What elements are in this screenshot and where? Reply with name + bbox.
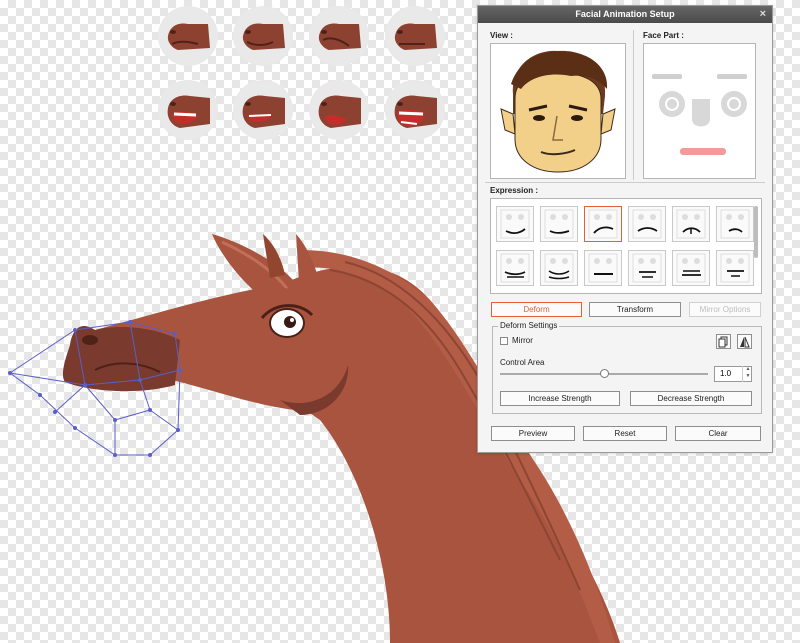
mirror-flip-icon[interactable] (737, 334, 752, 349)
mirror-checkbox[interactable] (500, 337, 508, 345)
copy-icon[interactable] (716, 334, 731, 349)
expression-8[interactable] (540, 250, 578, 286)
expression-label: Expression : (490, 186, 539, 195)
expression-6[interactable] (716, 206, 754, 242)
character-face-preview (500, 50, 616, 173)
deform-tab[interactable]: Deform (491, 302, 582, 317)
expression-3-selected[interactable] (584, 206, 622, 242)
thumb-neutral-4[interactable] (385, 6, 445, 66)
thumb-neutral-3[interactable] (309, 6, 369, 66)
expression-1[interactable] (496, 206, 534, 242)
preview-button[interactable]: Preview (491, 426, 575, 441)
clear-button[interactable]: Clear (675, 426, 761, 441)
mirror-label: Mirror (512, 336, 533, 345)
increase-strength-button[interactable]: Increase Strength (500, 391, 620, 406)
view-panel[interactable] (490, 43, 626, 179)
section-divider (485, 182, 765, 183)
expression-grid (496, 206, 756, 290)
expression-4[interactable] (628, 206, 666, 242)
mirror-options-tab: Mirror Options (689, 302, 761, 317)
reset-button[interactable]: Reset (583, 426, 667, 441)
expression-10[interactable] (628, 250, 666, 286)
dialog-titlebar: Facial Animation Setup × (478, 6, 772, 23)
thumb-neutral-2[interactable] (233, 6, 293, 66)
face-part-panel[interactable] (643, 43, 756, 179)
deform-settings-title: Deform Settings (498, 321, 560, 330)
expression-9[interactable] (584, 250, 622, 286)
decrease-strength-button[interactable]: Decrease Strength (630, 391, 752, 406)
control-area-slider-thumb[interactable] (600, 369, 609, 378)
spin-arrows-icon[interactable]: ▲ ▼ (742, 366, 753, 382)
control-area-label: Control Area (500, 358, 545, 367)
face-part-diagram (652, 74, 747, 155)
panel-divider (633, 30, 634, 180)
transform-tab[interactable]: Transform (589, 302, 681, 317)
thumb-open-1[interactable] (158, 80, 218, 140)
thumb-open-3[interactable] (309, 80, 369, 140)
expression-2[interactable] (540, 206, 578, 242)
view-label: View : (490, 31, 513, 40)
thumb-neutral-1[interactable] (158, 6, 218, 66)
close-icon[interactable]: × (760, 6, 766, 23)
expression-12[interactable] (716, 250, 754, 286)
expression-7[interactable] (496, 250, 534, 286)
expression-5[interactable] (672, 206, 710, 242)
face-part-label: Face Part : (643, 31, 684, 40)
dialog-title: Facial Animation Setup (575, 9, 675, 19)
thumb-open-4[interactable] (385, 80, 445, 140)
expression-11[interactable] (672, 250, 710, 286)
thumb-open-2[interactable] (233, 80, 293, 140)
